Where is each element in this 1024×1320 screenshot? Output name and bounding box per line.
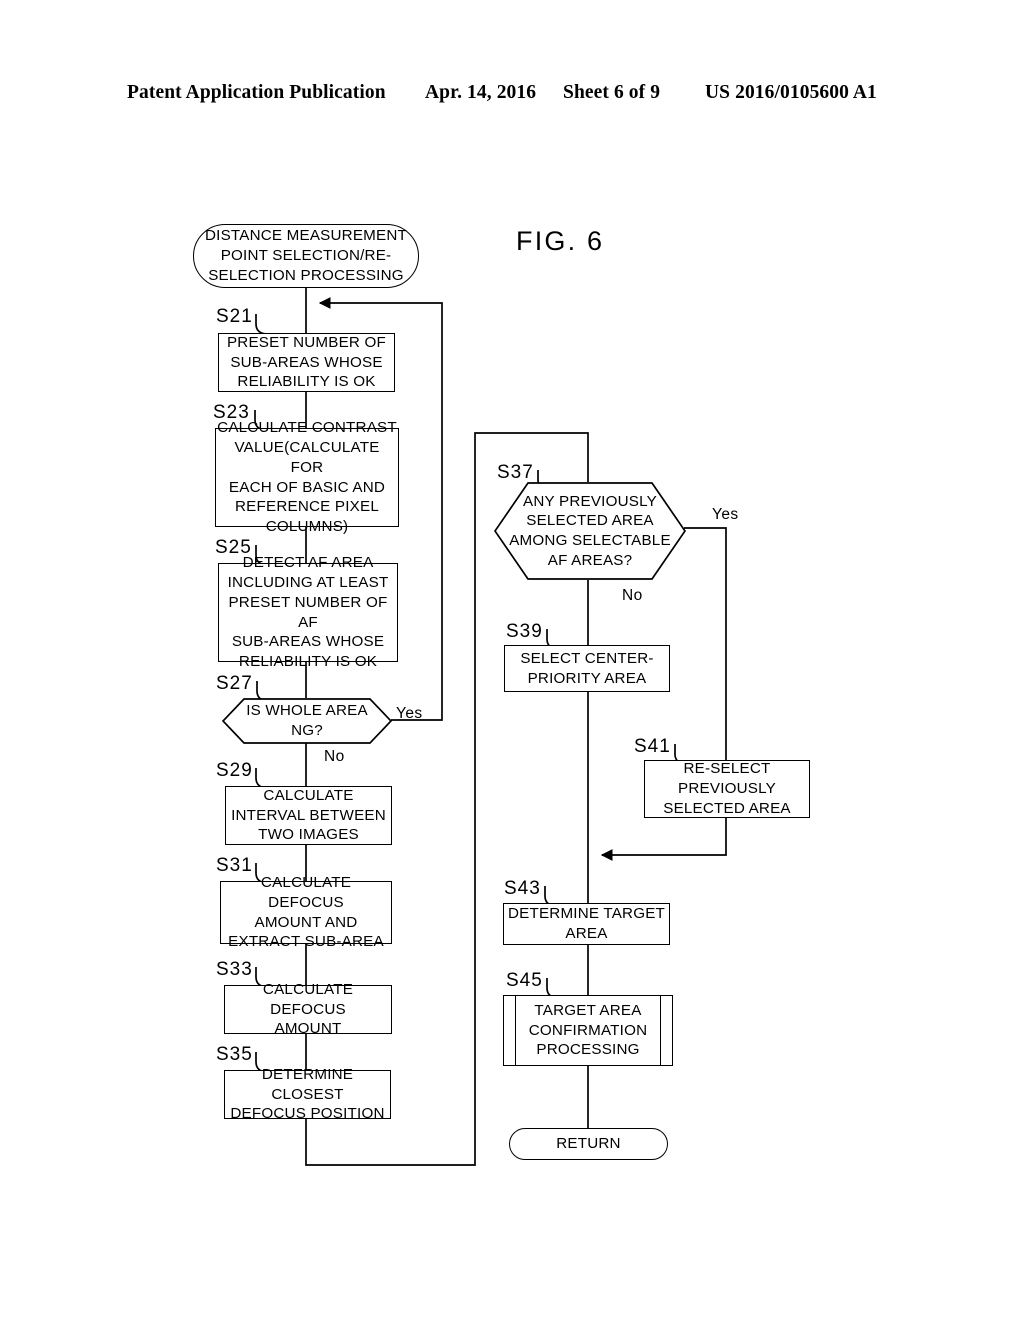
node-return-label: RETURN xyxy=(556,1135,621,1153)
node-s45-label: TARGET AREA CONFIRMATION PROCESSING xyxy=(528,1001,648,1059)
node-s23-label: CALCULATE CONTRAST VALUE(CALCULATE FOR E… xyxy=(217,419,397,535)
branch-label-s27-yes: Yes xyxy=(396,705,423,722)
node-s37-label: ANY PREVIOUSLY SELECTED AREA AMONG SELEC… xyxy=(509,492,671,569)
page-header: Patent Application Publication Apr. 14, … xyxy=(0,82,1024,112)
node-s45: TARGET AREA CONFIRMATION PROCESSING xyxy=(503,995,673,1066)
node-s43-label: DETERMINE TARGET AREA xyxy=(507,905,666,942)
node-s23: CALCULATE CONTRAST VALUE(CALCULATE FOR E… xyxy=(215,419,399,535)
node-s39-label: SELECT CENTER- PRIORITY AREA xyxy=(520,649,654,687)
node-s41: RE-SELECT PREVIOUSLY SELECTED AREA xyxy=(644,760,810,818)
node-s29: CALCULATE INTERVAL BETWEEN TWO IMAGES xyxy=(225,786,392,845)
figure-title: FIG. 6 xyxy=(516,226,605,256)
sheet-number: Sheet 6 of 9 xyxy=(563,82,661,103)
edge-s41-to-merge xyxy=(600,818,727,861)
node-s27: IS WHOLE AREA NG? xyxy=(222,698,392,744)
node-s21-label: PRESET NUMBER OF SUB-AREAS WHOSE RELIABI… xyxy=(226,333,387,391)
step-label-s45: S45 xyxy=(506,970,543,991)
branch-label-s37-yes: Yes xyxy=(712,506,739,523)
step-label-s33: S33 xyxy=(216,959,253,980)
step-label-s29: S29 xyxy=(216,760,253,781)
step-label-s35: S35 xyxy=(216,1044,253,1065)
node-s27-label: IS WHOLE AREA NG? xyxy=(246,702,368,739)
node-return: RETURN xyxy=(509,1128,668,1160)
node-s39: SELECT CENTER- PRIORITY AREA xyxy=(504,645,670,692)
node-s29-label: CALCULATE INTERVAL BETWEEN TWO IMAGES xyxy=(231,786,386,844)
node-s35: DETERMINE CLOSEST DEFOCUS POSITION xyxy=(224,1066,391,1122)
node-s33-label: CALCULATE DEFOCUS AMOUNT xyxy=(262,980,354,1038)
node-s31: CALCULATE DEFOCUS AMOUNT AND EXTRACT SUB… xyxy=(220,874,392,950)
node-s35-label: DETERMINE CLOSEST DEFOCUS POSITION xyxy=(230,1065,385,1123)
edge-s37-yes-to-s41 xyxy=(684,527,727,760)
node-s37: ANY PREVIOUSLY SELECTED AREA AMONG SELEC… xyxy=(494,482,686,580)
step-label-s41: S41 xyxy=(634,736,671,757)
node-s21: PRESET NUMBER OF SUB-AREAS WHOSE RELIABI… xyxy=(218,333,395,392)
node-s33: CALCULATE DEFOCUS AMOUNT xyxy=(224,981,392,1037)
publication-label: Patent Application Publication xyxy=(127,82,386,103)
node-s25: DETECT AF AREA INCLUDING AT LEAST PRESET… xyxy=(218,554,398,670)
step-label-s43: S43 xyxy=(504,878,541,899)
node-s41-label: RE-SELECT PREVIOUSLY SELECTED AREA xyxy=(663,760,791,817)
step-label-s21: S21 xyxy=(216,306,253,327)
step-label-s27: S27 xyxy=(216,673,253,694)
step-label-s39: S39 xyxy=(506,621,543,642)
node-s25-label: DETECT AF AREA INCLUDING AT LEAST PRESET… xyxy=(227,554,389,670)
branch-label-s37-no: No xyxy=(622,587,643,604)
step-label-s37: S37 xyxy=(497,462,534,483)
node-s31-label: CALCULATE DEFOCUS AMOUNT AND EXTRACT SUB… xyxy=(228,874,384,951)
node-start: DISTANCE MEASUREMENT POINT SELECTION/RE-… xyxy=(193,224,419,288)
patent-number: US 2016/0105600 A1 xyxy=(705,82,877,103)
publication-date: Apr. 14, 2016 xyxy=(425,82,537,103)
branch-label-s27-no: No xyxy=(324,748,345,765)
node-s43: DETERMINE TARGET AREA xyxy=(503,903,670,945)
node-start-label: DISTANCE MEASUREMENT POINT SELECTION/RE-… xyxy=(204,227,407,284)
